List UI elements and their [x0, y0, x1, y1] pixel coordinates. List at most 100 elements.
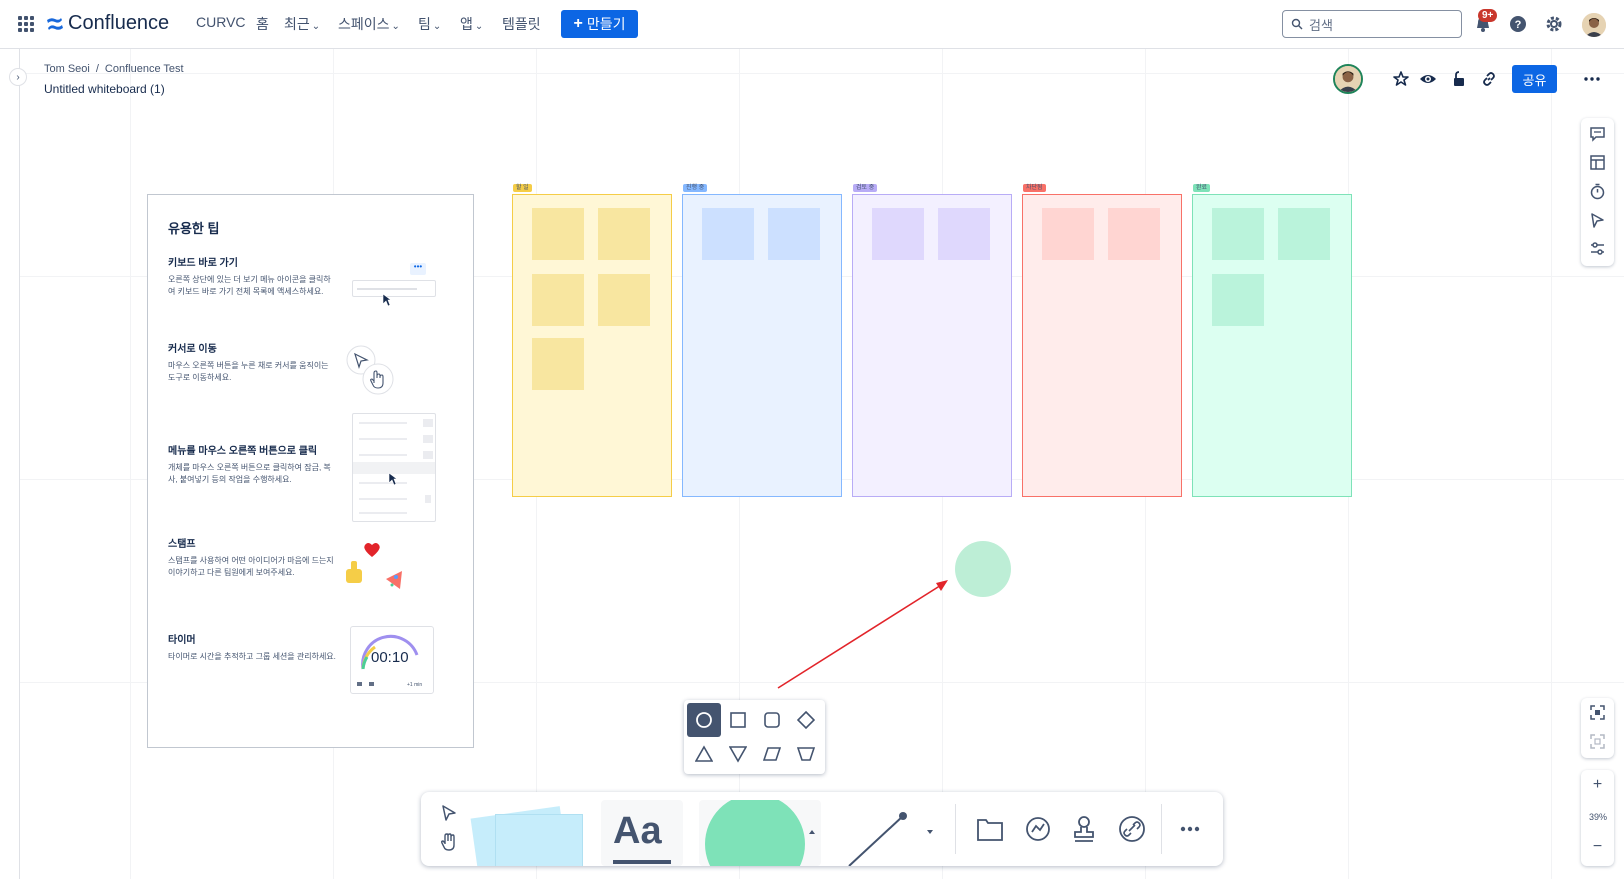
shape-tool[interactable]	[699, 800, 821, 866]
sticky-note[interactable]	[768, 208, 820, 260]
zoom-out-button[interactable]: −	[1581, 838, 1614, 856]
breadcrumb-item[interactable]: Tom Seoi	[44, 63, 90, 75]
kanban-column-tag[interactable]: 진행 중	[683, 184, 708, 192]
connector-arrow[interactable]	[770, 572, 960, 692]
fit-to-screen-icon[interactable]	[1590, 705, 1605, 720]
tip-illustration-context-menu	[352, 413, 436, 522]
tip-title: 메뉴를 마우스 오른쪽 버튼으로 클릭	[168, 446, 318, 457]
kanban-column-tag[interactable]: 할 일	[513, 184, 532, 192]
sticky-note-tool[interactable]	[470, 800, 583, 866]
toolbar-divider	[1161, 804, 1162, 854]
chevron-up-icon[interactable]	[807, 827, 817, 837]
breadcrumb-item[interactable]: Confluence Test	[105, 63, 184, 75]
frame-section-icon[interactable]	[976, 816, 1004, 842]
timer-plus-label: +1 min	[407, 682, 423, 688]
sticky-note[interactable]	[1212, 208, 1264, 260]
confluence-logo[interactable]: Confluence	[46, 12, 169, 35]
tip-description: 타이머로 시간을 추적하고 그룹 세션을 관리하세요.	[168, 652, 336, 661]
diamond-icon[interactable]	[789, 703, 823, 737]
presenter-cursor-icon[interactable]	[1589, 212, 1606, 229]
sticky-note[interactable]	[872, 208, 924, 260]
sticky-note[interactable]	[1212, 274, 1264, 326]
more-actions-icon[interactable]	[1583, 70, 1601, 88]
collaborator-avatar[interactable]	[1333, 64, 1363, 94]
sticky-note[interactable]	[1278, 208, 1330, 260]
settings-sliders-icon[interactable]	[1589, 240, 1606, 257]
fit-selection-icon[interactable]	[1590, 734, 1605, 749]
restrictions-lock-icon[interactable]	[1450, 70, 1468, 88]
nav-home[interactable]: 홈	[256, 14, 269, 34]
creation-toolbar: Aa	[421, 792, 1223, 866]
nav-recent-label: 최근	[284, 16, 310, 32]
nav-templates[interactable]: 템플릿	[502, 14, 541, 34]
parallelogram-icon[interactable]	[755, 737, 789, 771]
kanban-column-tag[interactable]: 검토 중	[853, 184, 878, 192]
nav-recent[interactable]: 최근 ⌄	[284, 14, 320, 34]
select-pointer-icon[interactable]	[441, 804, 457, 822]
expand-sidebar-chevron-right-icon[interactable]: ›	[9, 68, 27, 86]
help-icon[interactable]: ?	[1508, 14, 1528, 34]
zoom-level[interactable]: 39%	[1587, 812, 1609, 822]
timer-icon[interactable]	[1589, 183, 1606, 200]
connector-line-tool[interactable]	[837, 800, 917, 866]
sticky-note[interactable]	[702, 208, 754, 260]
nav-apps-label: 앱	[460, 16, 473, 32]
helpful-tips-panel[interactable]: 유용한 팁 키보드 바로 가기 오른쪽 상단에 있는 더 보기 메뉴 아이콘을 …	[147, 194, 474, 748]
circle-icon[interactable]	[687, 703, 721, 737]
inverted-triangle-icon[interactable]	[721, 737, 755, 771]
hand-pan-icon[interactable]	[440, 832, 458, 852]
watch-eye-icon[interactable]	[1419, 70, 1437, 88]
search-placeholder: 검색	[1309, 17, 1333, 33]
tip-illustration-shortcuts	[352, 280, 436, 297]
sticky-note[interactable]	[532, 338, 584, 390]
templates-icon[interactable]	[1589, 154, 1606, 171]
shape-picker-popup	[684, 700, 825, 774]
more-tools-icon[interactable]	[1179, 822, 1201, 836]
nav-spaces[interactable]: 스페이스 ⌄	[338, 14, 400, 34]
search-icon	[1291, 18, 1303, 30]
app-switcher-icon[interactable]	[18, 16, 34, 32]
kanban-column-tag[interactable]: 완료	[1193, 184, 1211, 192]
zoom-in-button[interactable]: +	[1581, 776, 1614, 794]
nav-apps[interactable]: 앱 ⌄	[460, 14, 483, 34]
user-avatar-icon	[1582, 13, 1606, 37]
sticky-note[interactable]	[938, 208, 990, 260]
settings-gear-icon[interactable]	[1544, 14, 1564, 34]
sticky-note[interactable]	[1042, 208, 1094, 260]
circle-shape[interactable]	[955, 541, 1011, 597]
sticky-note[interactable]	[598, 274, 650, 326]
text-tool[interactable]: Aa	[601, 800, 683, 866]
timer-value: 00:10	[371, 649, 409, 666]
square-icon[interactable]	[721, 703, 755, 737]
share-button[interactable]: 공유	[1512, 65, 1557, 93]
star-icon[interactable]	[1392, 70, 1410, 88]
collaborator-avatar-icon	[1335, 66, 1361, 92]
stamp-icon[interactable]	[1071, 814, 1097, 844]
chevron-down-icon[interactable]	[925, 827, 935, 837]
sticky-note[interactable]	[1108, 208, 1160, 260]
rounded-square-icon[interactable]	[755, 703, 789, 737]
trapezoid-icon[interactable]	[789, 737, 823, 771]
user-avatar[interactable]	[1582, 13, 1606, 37]
sticky-note[interactable]	[532, 274, 584, 326]
page-title[interactable]: Untitled whiteboard (1)	[44, 82, 165, 96]
link-embed-icon[interactable]	[1117, 814, 1147, 844]
nav-teams-label: 팀	[418, 16, 431, 32]
svg-text:?: ?	[1515, 19, 1522, 31]
create-button[interactable]: + 만들기	[561, 10, 638, 38]
tips-heading: 유용한 팁	[168, 221, 220, 236]
tip-description: 스탬프를 사용하여 어떤 아이디어가 마음에 드는지 이야기하고 다른 팀원에게…	[168, 556, 334, 577]
copy-link-icon[interactable]	[1480, 70, 1498, 88]
kanban-column-tag[interactable]: 차단됨	[1023, 184, 1046, 192]
toolbar-divider	[955, 804, 956, 854]
right-side-toolbar	[1581, 118, 1614, 266]
sticky-note[interactable]	[598, 208, 650, 260]
sticky-note[interactable]	[532, 208, 584, 260]
search-input[interactable]: 검색	[1282, 10, 1462, 38]
comments-icon[interactable]	[1589, 125, 1606, 142]
triangle-icon[interactable]	[687, 737, 721, 771]
nav-space-curvc[interactable]: CURVC	[196, 14, 246, 30]
loop-apps-icon[interactable]	[1023, 814, 1053, 844]
chevron-down-icon: ⌄	[391, 21, 400, 32]
nav-teams[interactable]: 팀 ⌄	[418, 14, 441, 34]
